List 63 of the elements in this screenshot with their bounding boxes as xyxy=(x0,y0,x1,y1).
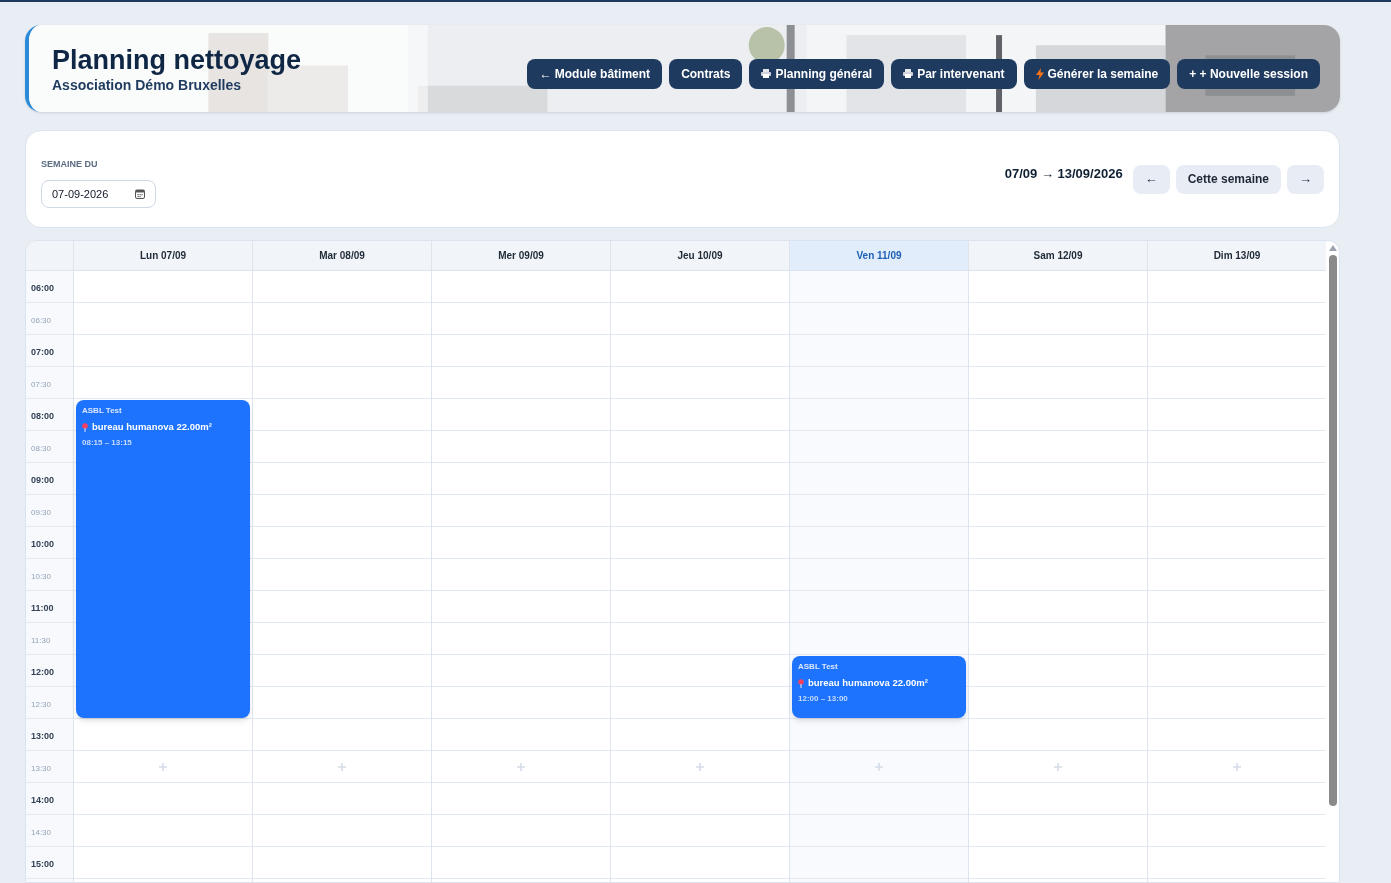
time-label: 12:30 xyxy=(31,700,52,709)
page-title: Planning nettoyage xyxy=(52,43,302,76)
add-icon[interactable] xyxy=(517,762,525,771)
day-header: Dim 13/09 xyxy=(1147,241,1326,271)
day-header: Ven 11/09 xyxy=(789,241,968,271)
week-range: 07/09 → 13/09/2026 xyxy=(1004,165,1123,184)
time-label: 10:30 xyxy=(31,572,52,581)
header-button[interactable]: ← Module bâtiment xyxy=(527,58,663,89)
time-label: 06:30 xyxy=(31,316,52,325)
time-label: 11:00 xyxy=(31,603,54,613)
day-header: Mer 09/09 xyxy=(431,241,610,271)
time-label: 13:30 xyxy=(31,764,52,773)
day-header: Sam 12/09 xyxy=(968,241,1147,271)
add-icon[interactable] xyxy=(159,762,167,771)
next-week-button[interactable]: → xyxy=(1287,164,1324,194)
event-time: 12:00 – 13:00 xyxy=(798,693,849,706)
event-title: ASBL Test xyxy=(82,405,123,417)
date-field[interactable]: 07-09-2026 xyxy=(41,179,156,208)
header-button[interactable]: Par intervenant xyxy=(891,58,1017,89)
add-icon[interactable] xyxy=(875,762,883,771)
previous-week-button[interactable]: ← xyxy=(1132,164,1170,194)
event-time: 08:15 – 13:15 xyxy=(82,437,133,450)
time-label: 13:00 xyxy=(31,731,55,741)
time-label: 11:30 xyxy=(31,636,51,645)
week-label: SEMAINE DU xyxy=(41,158,99,172)
calendar-icon xyxy=(135,188,145,199)
header-button[interactable]: + + Nouvelle session xyxy=(1177,58,1320,89)
day-header: Lun 07/09 xyxy=(73,241,252,271)
time-label: 15:00 xyxy=(31,859,55,869)
add-icon[interactable] xyxy=(1233,762,1241,771)
event-location: bureau humanova 22.00m² xyxy=(92,420,212,434)
printer-icon xyxy=(761,69,772,78)
event-title: ASBL Test xyxy=(798,661,839,673)
add-icon[interactable] xyxy=(1054,762,1062,771)
event-location: bureau humanova 22.00m² xyxy=(808,676,928,690)
time-label: 14:30 xyxy=(31,828,52,837)
header-button[interactable]: Contrats xyxy=(669,58,743,89)
event-card[interactable]: ASBL Test bureau humanova 22.00m² 08:15 – 13:15 xyxy=(76,400,250,718)
time-label: 06:00 xyxy=(31,283,55,293)
scroll-up-icon[interactable] xyxy=(1328,245,1337,251)
add-icon[interactable] xyxy=(338,762,346,771)
header-button[interactable]: Planning général xyxy=(749,58,885,89)
pin-icon xyxy=(82,422,88,432)
time-label: 12:00 xyxy=(31,667,55,677)
add-icon[interactable] xyxy=(696,762,704,771)
time-label: 07:30 xyxy=(31,380,52,389)
pin-icon xyxy=(798,678,804,688)
time-label: 08:30 xyxy=(31,444,52,453)
time-label: 07:00 xyxy=(31,347,55,357)
event-card[interactable]: ASBL Test bureau humanova 22.00m² 12:00 – 13:00 xyxy=(792,656,966,718)
day-header: Jeu 10/09 xyxy=(610,241,789,271)
this-week-button[interactable]: Cette semaine xyxy=(1175,164,1281,194)
scrollbar-thumb[interactable] xyxy=(1328,255,1337,806)
lightning-icon xyxy=(1035,67,1044,80)
header-button[interactable]: Générer la semaine xyxy=(1023,58,1171,89)
time-label: 08:00 xyxy=(31,411,55,421)
time-label: 09:30 xyxy=(31,508,52,517)
time-label: 10:00 xyxy=(31,539,55,549)
time-label: 14:00 xyxy=(31,795,55,805)
time-label: 09:00 xyxy=(31,475,55,485)
printer-icon xyxy=(903,69,914,78)
page-subtitle: Association Démo Bruxelles xyxy=(52,75,243,94)
day-header: Mar 08/09 xyxy=(252,241,431,271)
